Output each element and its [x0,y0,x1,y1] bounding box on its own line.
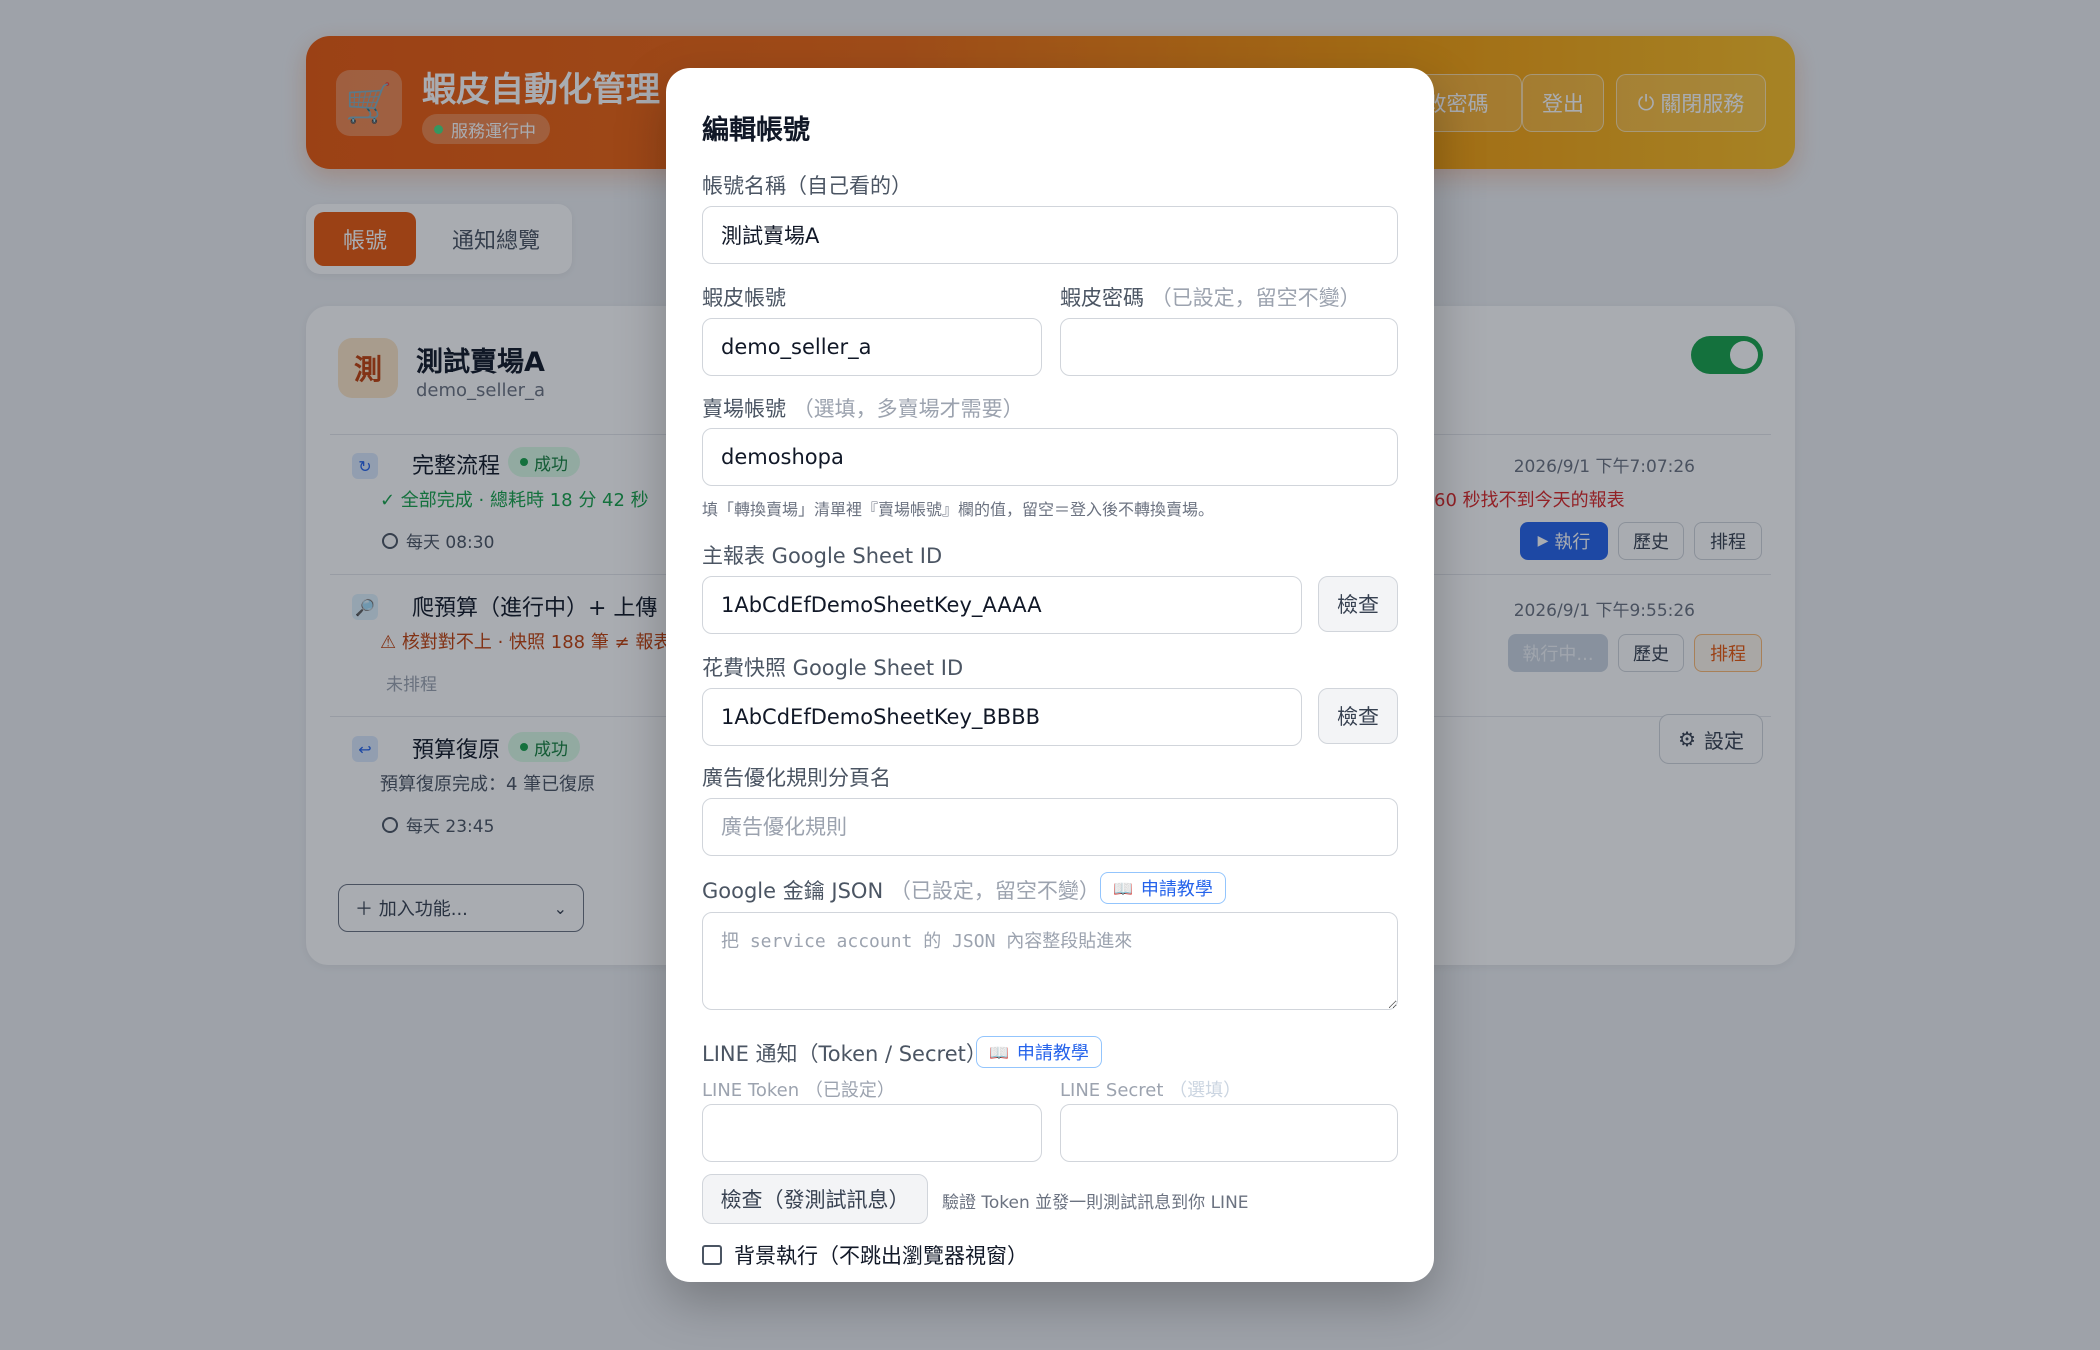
shop-account-label-text: 賣場帳號 [702,397,786,421]
google-key-label: Google 金鑰 JSON （已設定，留空不變） [702,875,1100,905]
cost-sheet-input[interactable] [702,688,1302,746]
modal-title: 編輯帳號 [702,115,810,146]
google-key-tutorial-button[interactable]: 📖 申請教學 [1100,872,1226,904]
background-run-option[interactable]: 背景執行（不跳出瀏覽器視窗） [702,1240,1028,1270]
google-key-label-text: Google 金鑰 JSON [702,879,884,903]
shop-account-label: 賣場帳號 （選填，多賣場才需要） [702,393,1024,423]
shopee-password-label-text: 蝦皮密碼 [1060,286,1144,310]
send-test-message-button[interactable]: 檢查（發測試訊息） [702,1174,928,1224]
shopee-password-hint: （已設定，留空不變） [1150,286,1361,310]
ad-rule-label: 廣告優化規則分頁名 [702,766,891,790]
shopee-account-input[interactable] [702,318,1042,376]
line-token-input[interactable] [702,1104,1042,1162]
google-key-textarea[interactable] [702,912,1398,1010]
line-token-label: LINE Token （已設定） [702,1076,895,1102]
shop-account-hint: （選填，多賣場才需要） [792,397,1024,421]
ad-rule-input[interactable] [702,798,1398,856]
shopee-account-label: 蝦皮帳號 [702,286,786,310]
line-secret-label-text: LINE Secret [1060,1080,1164,1101]
main-sheet-label: 主報表 Google Sheet ID [702,544,943,568]
line-token-hint: （已設定） [804,1080,895,1101]
main-sheet-input[interactable] [702,576,1302,634]
shop-account-input[interactable] [702,428,1398,486]
book-icon: 📖 [989,1042,1009,1062]
line-secret-label: LINE Secret （選填） [1060,1076,1241,1102]
check-main-sheet-button[interactable]: 檢查 [1318,576,1398,632]
shopee-password-input[interactable] [1060,318,1398,376]
line-secret-input[interactable] [1060,1104,1398,1162]
cost-sheet-label: 花費快照 Google Sheet ID [702,656,964,680]
check-cost-sheet-button[interactable]: 檢查 [1318,688,1398,744]
book-icon: 📖 [1113,878,1133,898]
shop-account-help: 填「轉換賣場」清單裡『賣場帳號』欄的值，留空＝登入後不轉換賣場。 [702,500,1215,519]
line-secret-hint: （選填） [1169,1080,1242,1101]
tutorial-label: 申請教學 [1140,879,1213,900]
line-token-label-text: LINE Token [702,1080,800,1101]
line-tutorial-button[interactable]: 📖 申請教學 [976,1036,1102,1068]
tutorial-label: 申請教學 [1016,1043,1089,1064]
account-name-label: 帳號名稱（自己看的） [702,174,912,198]
test-message-help: 驗證 Token 並發一則測試訊息到你 LINE [942,1193,1249,1213]
background-run-label: 背景執行（不跳出瀏覽器視窗） [734,1244,1028,1268]
account-name-input[interactable] [702,206,1398,264]
background-run-checkbox[interactable] [702,1245,722,1265]
line-notify-label: LINE 通知（Token / Secret） [702,1042,987,1066]
shopee-password-label: 蝦皮密碼 （已設定，留空不變） [1060,282,1361,312]
google-key-hint: （已設定，留空不變） [889,879,1100,903]
edit-account-modal: 編輯帳號 帳號名稱（自己看的） 蝦皮帳號 蝦皮密碼 （已設定，留空不變） 賣場帳… [666,68,1434,1282]
